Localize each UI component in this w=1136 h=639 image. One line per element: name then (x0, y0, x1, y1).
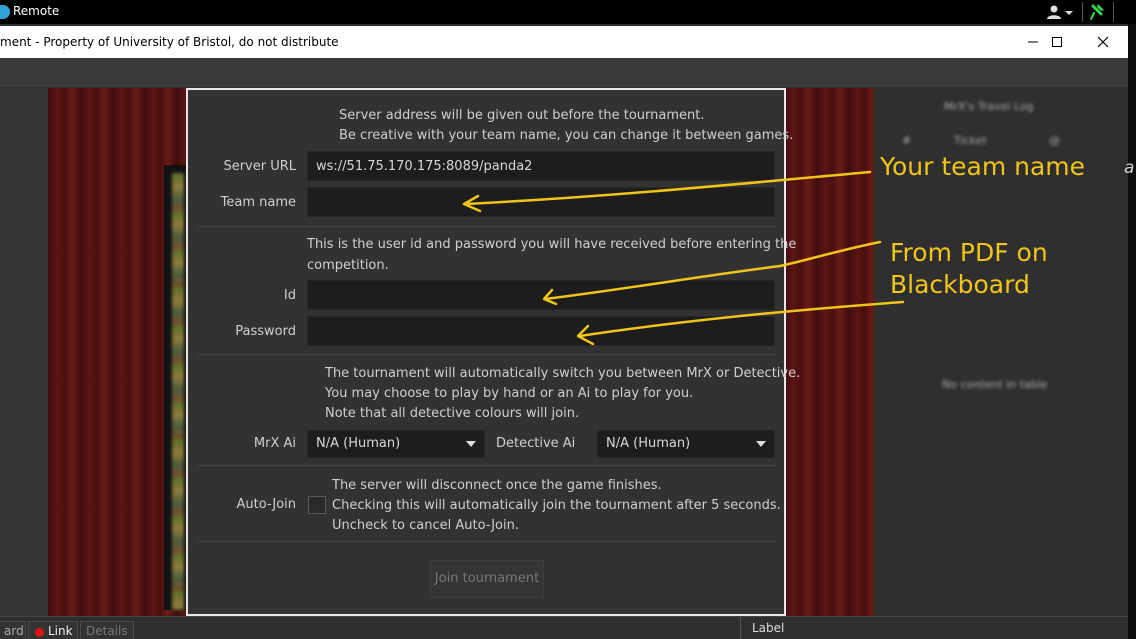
annotation-credentials-line-2: Blackboard (890, 270, 1030, 299)
annotation-arrows (462, 170, 905, 346)
annotation-credentials-line-1: From PDF on (890, 238, 1048, 267)
annotation-team-name: Your team name (880, 152, 1086, 181)
